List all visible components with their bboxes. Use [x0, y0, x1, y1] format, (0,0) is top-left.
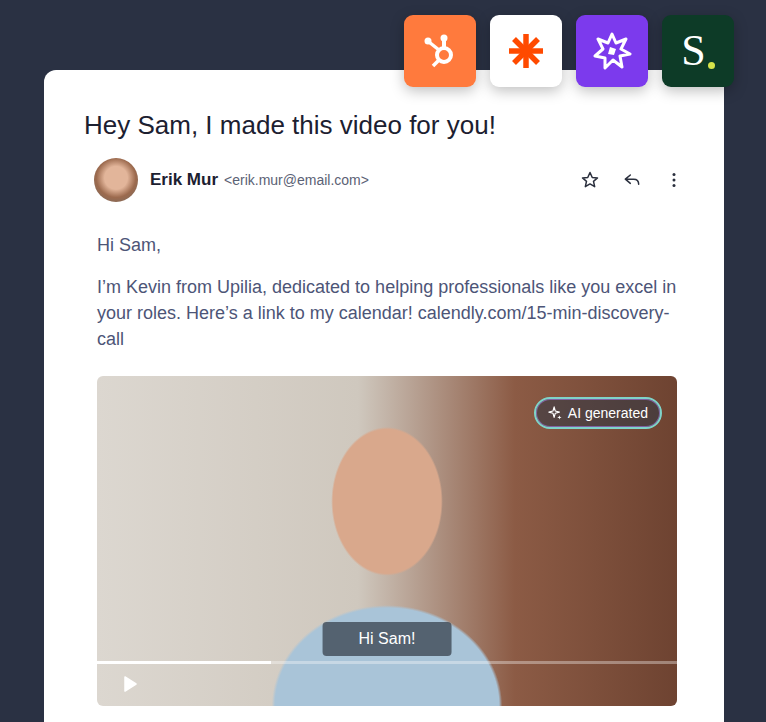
email-subject: Hey Sam, I made this video for you! [84, 108, 684, 142]
logo-dot [708, 62, 715, 69]
email-actions [580, 170, 684, 190]
greeting: Hi Sam, [97, 232, 677, 258]
integration-tiles: S [404, 15, 734, 87]
email-body: Hi Sam, I’m Kevin from Upilia, dedicated… [97, 232, 677, 706]
email-card: Hey Sam, I made this video for you! Erik… [44, 70, 724, 722]
sparkle-icon [548, 406, 562, 420]
play-icon[interactable] [121, 675, 139, 693]
sender-avatar[interactable] [94, 158, 138, 202]
video-caption: Hi Sam! [323, 622, 452, 656]
letter-logo: S [681, 29, 714, 73]
integration-tile[interactable]: S [662, 15, 734, 87]
message-text: I’m Kevin from Upilia, dedicated to help… [97, 274, 677, 352]
more-icon[interactable] [664, 170, 684, 190]
page: S Hey Sam, I made this video for you! Er… [0, 0, 766, 722]
hubspot-icon [420, 31, 460, 71]
asterisk-icon [506, 31, 546, 71]
ai-badge-label: AI generated [568, 405, 648, 421]
progress-track[interactable] [97, 661, 677, 664]
sender-name: Erik Mur [150, 170, 218, 190]
integration-tile[interactable] [404, 15, 476, 87]
progress-fill [97, 661, 271, 664]
ai-badge: AI generated [534, 397, 662, 429]
sender-row: Erik Mur <erik.mur@email.com> [94, 158, 684, 202]
star-icon[interactable] [580, 170, 600, 190]
sender-address: <erik.mur@email.com> [224, 172, 369, 188]
reply-icon[interactable] [622, 170, 642, 190]
video-player[interactable]: AI generated Hi Sam! [97, 376, 677, 706]
integration-tile[interactable] [490, 15, 562, 87]
integration-tile[interactable] [576, 15, 648, 87]
logo-letter: S [681, 29, 705, 73]
starburst-icon [592, 31, 632, 71]
